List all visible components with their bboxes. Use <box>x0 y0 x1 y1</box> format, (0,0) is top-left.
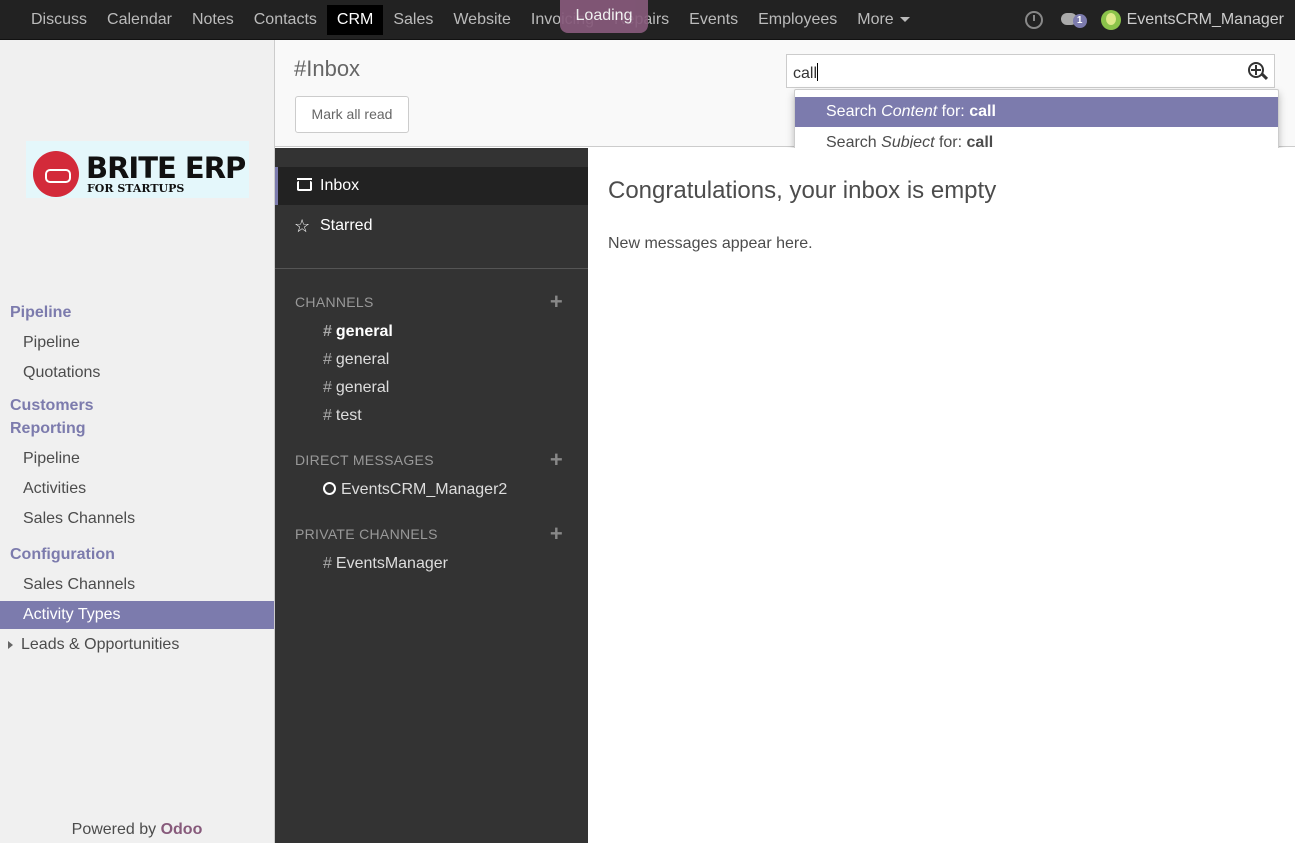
search-option-mid: for: <box>937 103 970 120</box>
thread-area: Congratulations, your inbox is empty New… <box>588 148 1295 843</box>
powered-by: Powered by Odoo <box>0 821 274 839</box>
menu-website[interactable]: Website <box>443 0 521 40</box>
logo-brand: BRITE ERP <box>86 151 246 185</box>
offline-status-icon <box>323 482 336 495</box>
menu-notes[interactable]: Notes <box>182 0 244 40</box>
direct-messages-header: DIRECT MESSAGES + <box>295 447 563 472</box>
channel-item[interactable]: # general <box>323 351 389 369</box>
nav-item-leads-label: Leads & Opportunities <box>21 636 180 653</box>
add-dm-icon[interactable]: + <box>550 447 563 473</box>
page-title: #Inbox <box>294 56 361 81</box>
unread-badge: 1 <box>1072 14 1087 28</box>
menu-contacts[interactable]: Contacts <box>244 0 327 40</box>
menu-calendar[interactable]: Calendar <box>97 0 182 40</box>
menu-more-label: More <box>857 11 894 28</box>
menu-crm[interactable]: CRM <box>326 5 384 35</box>
caret-down-icon <box>899 17 910 23</box>
inbox-icon <box>297 178 312 191</box>
loading-indicator: Loading <box>560 0 648 33</box>
caret-right-icon <box>8 640 13 649</box>
mailbox-starred-label: Starred <box>320 217 373 234</box>
nav-item-leads-opportunities[interactable]: Leads & Opportunities <box>0 630 274 660</box>
app-sidebar: BRITE ERP FOR STARTUPS Pipeline Pipeline… <box>0 40 275 843</box>
nav-item-quotations[interactable]: Quotations <box>0 358 274 388</box>
nav-header-configuration[interactable]: Configuration <box>0 540 274 570</box>
dm-item[interactable]: EventsCRM_Manager2 <box>323 481 507 499</box>
nav-item-reporting-sales-channels[interactable]: Sales Channels <box>0 504 274 534</box>
mailbox-starred[interactable]: ☆ Starred <box>275 207 588 245</box>
nav-item-activities[interactable]: Activities <box>0 474 274 504</box>
discuss-sidebar: Inbox ☆ Starred CHANNELS + # general # gene… <box>275 148 588 843</box>
powered-prefix: Powered by <box>71 821 161 838</box>
nav-item-pipeline[interactable]: Pipeline <box>0 328 274 358</box>
channel-item[interactable]: # general <box>323 379 389 397</box>
search-input[interactable]: call <box>786 54 1275 88</box>
mailbox-inbox-label: Inbox <box>320 177 360 194</box>
logo-tagline: FOR STARTUPS <box>87 182 185 195</box>
mailbox-inbox[interactable]: Inbox <box>275 167 588 205</box>
add-private-channel-icon[interactable]: + <box>550 521 563 547</box>
search-option-field: Content <box>881 103 938 120</box>
user-menu-name[interactable]: EventsCRM_Manager <box>1127 11 1284 29</box>
activity-clock-icon[interactable] <box>1024 11 1043 29</box>
app-menu: Discuss Calendar Notes Contacts CRM Sale… <box>21 0 920 40</box>
nav-item-config-sales-channels[interactable]: Sales Channels <box>0 570 274 600</box>
sidebar-nav: Pipeline Pipeline Quotations Customers R… <box>0 298 274 660</box>
company-logo[interactable]: BRITE ERP FOR STARTUPS <box>26 141 249 198</box>
empty-inbox-title: Congratulations, your inbox is empty <box>608 177 997 204</box>
systray: 1 EventsCRM_Manager <box>1024 0 1284 40</box>
logo-mark-icon <box>33 151 79 197</box>
menu-employees[interactable]: Employees <box>748 0 847 40</box>
menu-more[interactable]: More <box>847 0 919 40</box>
search-zoom-icon[interactable] <box>1248 62 1269 82</box>
mark-all-read-button[interactable]: Mark all read <box>295 96 409 133</box>
search-option-content[interactable]: Search Content for: call <box>795 97 1278 127</box>
user-avatar[interactable] <box>1100 10 1121 30</box>
menu-sales[interactable]: Sales <box>383 0 443 40</box>
nav-header-reporting[interactable]: Reporting <box>0 417 274 440</box>
channel-item[interactable]: # general <box>323 323 393 341</box>
star-icon: ☆ <box>294 216 311 236</box>
sidebar-divider <box>275 268 588 269</box>
nav-item-activity-types[interactable]: Activity Types <box>0 601 274 629</box>
search-option-prefix: Search <box>826 103 882 120</box>
nav-header-customers[interactable]: Customers <box>0 394 274 417</box>
menu-discuss[interactable]: Discuss <box>21 0 97 40</box>
search-input-value: call <box>793 63 819 82</box>
channel-item[interactable]: # test <box>323 407 362 425</box>
private-channels-header: PRIVATE CHANNELS + <box>295 521 563 546</box>
channels-header: CHANNELS + <box>295 289 563 314</box>
private-channel-item[interactable]: # EventsManager <box>323 555 448 573</box>
nav-header-pipeline[interactable]: Pipeline <box>0 298 274 328</box>
empty-inbox-hint: New messages appear here. <box>608 235 813 252</box>
search-option-term: call <box>969 103 996 120</box>
odoo-link[interactable]: Odoo <box>161 821 203 838</box>
nav-item-reporting-pipeline[interactable]: Pipeline <box>0 444 274 474</box>
messaging-menu[interactable]: 1 <box>1060 10 1091 30</box>
add-channel-icon[interactable]: + <box>550 289 563 315</box>
menu-events[interactable]: Events <box>679 0 748 40</box>
